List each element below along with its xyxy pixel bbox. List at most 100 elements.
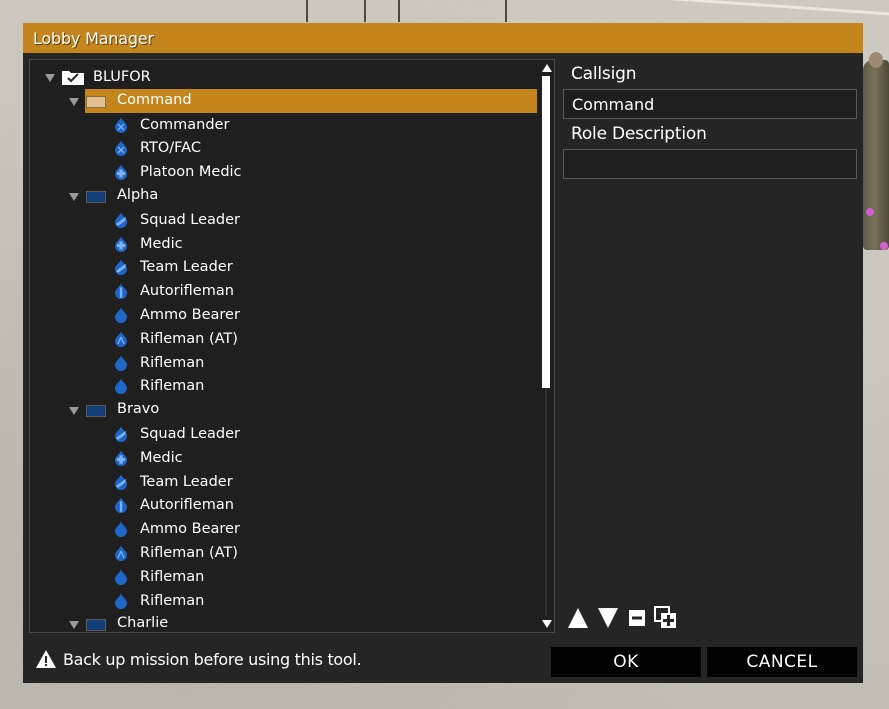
tree-root-blufor[interactable]: BLUFOR [30,66,535,89]
tree-role-label: Team Leader [140,259,233,276]
background-pole [505,0,507,22]
tree-role-label: Autorifleman [140,283,234,300]
rifleman-role-icon [114,568,128,585]
tree-role-label: Rifleman [140,568,205,585]
tree-role-item[interactable]: Squad Leader [30,209,535,232]
arrow-down-icon [598,608,618,628]
callsign-label: Callsign [571,64,637,84]
rifleman-role-icon [114,592,128,609]
tree-role-item[interactable]: Autorifleman [30,494,535,517]
tree-root-label: BLUFOR [93,69,151,85]
group-color-swatch [86,191,106,203]
tree-role-item[interactable]: RTO/FAC [30,137,535,160]
role-description-label: Role Description [571,124,707,144]
tree-group-label: Charlie [117,615,169,632]
tree-group-alpha[interactable]: Alpha [30,185,535,208]
tree-role-item[interactable]: Ammo Bearer [30,518,535,541]
background-marker [880,242,888,250]
tree-role-item[interactable]: Platoon Medic [30,161,535,184]
tree-role-label: Ammo Bearer [140,521,240,538]
rifleman-role-icon [114,378,128,395]
tree-role-item[interactable]: Commander [30,114,535,137]
tree-role-label: Medic [140,235,183,252]
slot-tree[interactable]: BLUFOR Command Commander RTO/FAC Platoon Med… [29,59,555,633]
tree-group-command[interactable]: Command [30,90,535,113]
tree-role-label: Rifleman (AT) [140,545,238,561]
tree-role-label: Team Leader [140,473,233,490]
ok-button[interactable]: OK [551,647,701,677]
tree-role-label: Medic [140,449,183,466]
collapse-caret-icon[interactable] [69,193,79,201]
window-title: Lobby Manager [33,29,154,48]
backup-warning: Back up mission before using this tool. [35,649,362,669]
tree-role-label: Ammo Bearer [140,307,240,323]
tree-role-item[interactable]: Medic [30,233,535,256]
collapse-caret-icon[interactable] [69,407,79,416]
leader-role-icon [114,426,128,442]
tree-role-label: Rifleman [140,354,205,371]
move-up-button[interactable] [567,606,589,630]
background-pole [364,0,366,22]
tree-role-label: RTO/FAC [140,140,201,157]
tree-role-item[interactable]: Rifleman [30,590,535,613]
callsign-input[interactable] [563,89,857,119]
tree-role-label: Rifleman [140,592,205,609]
tree-role-item[interactable]: Rifleman [30,352,535,375]
tree-role-label: Rifleman (AT) [140,330,238,347]
tree-role-label: Squad Leader [140,426,241,442]
tree-role-item[interactable]: Squad Leader [30,423,535,446]
tree-role-item[interactable]: Medic [30,447,535,470]
collapse-caret-icon[interactable] [69,97,79,106]
tree-role-item[interactable]: Ammo Bearer [30,304,535,327]
autorifleman-role-icon [114,283,128,300]
warning-icon [36,650,56,668]
tree-role-item[interactable]: Team Leader [30,256,535,279]
tree-role-label: Platoon Medic [140,164,242,181]
rifleman-role-icon [114,521,128,538]
tree-group-charlie[interactable]: Charlie [30,613,535,632]
medic-role-icon [114,235,128,252]
remove-button[interactable] [627,606,649,630]
tree-role-label: Commander [140,116,230,133]
arrow-up-icon [568,608,588,628]
collapse-caret-icon[interactable] [69,621,79,630]
scroll-down-arrow-icon[interactable] [542,620,552,628]
rto-role-icon [114,140,128,157]
at-role-icon [114,545,128,561]
tree-role-item[interactable]: Autorifleman [30,280,535,303]
tree-role-item[interactable]: Team Leader [30,471,535,494]
scroll-thumb[interactable] [542,76,550,388]
leader-role-icon [114,211,128,228]
group-color-swatch [86,405,106,418]
cancel-button[interactable]: CANCEL [707,647,857,677]
tree-role-item[interactable]: Rifleman (AT) [30,542,535,565]
tree-role-item[interactable]: Rifleman [30,375,535,398]
rifleman-role-icon [114,307,128,323]
tree-role-item[interactable]: Rifleman (AT) [30,328,535,351]
lobby-manager-window: Lobby Manager BLUFOR Command Commander RTO/… [23,23,863,683]
scroll-up-arrow-icon[interactable] [542,64,552,72]
tree-group-label: Command [117,91,192,108]
duplicate-add-icon [654,606,676,628]
tree-group-label: Alpha [117,187,159,203]
autorifleman-role-icon [114,497,128,514]
warning-text: Back up mission before using this tool. [63,649,362,669]
background-marker [866,208,874,216]
background-road [560,0,889,18]
rifleman-role-icon [114,354,128,371]
role-description-input[interactable] [563,149,857,179]
group-color-swatch [86,619,106,632]
title-bar[interactable]: Lobby Manager [23,23,863,53]
collapse-caret-icon[interactable] [45,74,55,82]
tree-group-bravo[interactable]: Bravo [30,399,535,422]
duplicate-button[interactable] [653,606,679,630]
tree-role-label: Autorifleman [140,497,234,514]
leader-role-icon [114,473,128,490]
tree-scrollbar[interactable] [538,60,554,632]
folder-check-icon [62,69,84,85]
move-down-button[interactable] [597,606,619,630]
leader-role-icon [114,259,128,276]
tree-role-item[interactable]: Rifleman [30,566,535,589]
background-pole [398,0,400,22]
commander-role-icon [114,116,128,133]
